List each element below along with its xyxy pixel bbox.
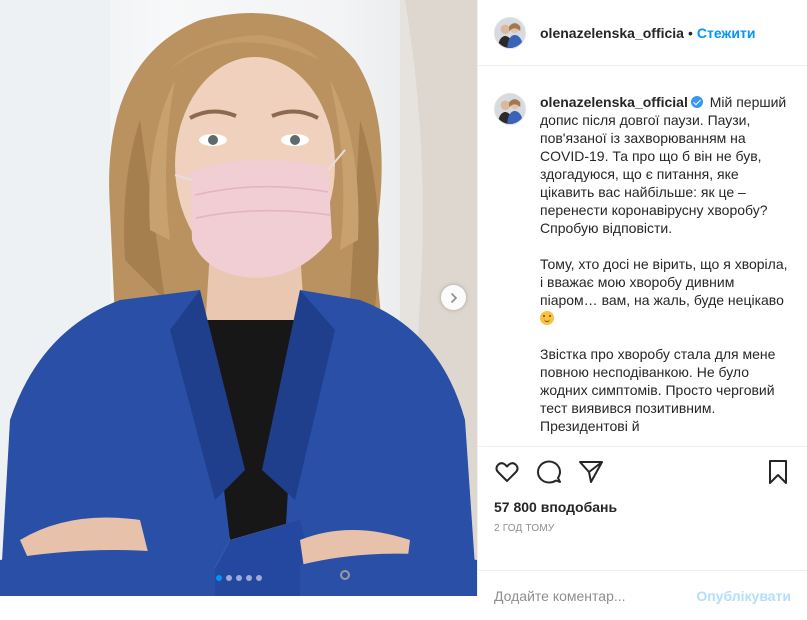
save-button[interactable]	[765, 459, 791, 485]
comment-icon	[537, 460, 561, 484]
post-media[interactable]	[0, 0, 477, 596]
header-username[interactable]: olenazelenska_officia	[540, 25, 684, 41]
instagram-post: olenazelenska_officia • Стежити olenazel…	[0, 0, 807, 604]
chevron-right-icon	[450, 292, 457, 303]
caption-paragraph-3: Звістка про хворобу стала для мене повно…	[540, 346, 776, 434]
carousel-dot	[245, 575, 252, 581]
avatar[interactable]	[494, 16, 526, 49]
share-button[interactable]	[578, 459, 604, 485]
follow-button[interactable]: Стежити	[697, 25, 756, 41]
caption-paragraph-1: Мій перший допис після довгої паузи. Пау…	[540, 94, 787, 236]
post-photo	[0, 0, 477, 596]
carousel-dot	[235, 575, 242, 581]
post-header: olenazelenska_officia • Стежити	[478, 0, 807, 66]
caption-paragraph: Тому, хто досі не вірить, що я хворіла, …	[540, 255, 790, 327]
carousel-dots	[0, 575, 477, 581]
carousel-dot	[255, 575, 262, 581]
caption-paragraph: Звістка про хворобу стала для мене повно…	[540, 345, 790, 435]
post-timestamp[interactable]: 2 год тому	[478, 517, 807, 534]
like-button[interactable]	[494, 459, 520, 485]
post-side-panel: olenazelenska_officia • Стежити olenazel…	[477, 0, 807, 604]
caption-avatar[interactable]	[494, 93, 526, 125]
header-separator: •	[687, 24, 693, 41]
action-bar	[478, 447, 807, 497]
next-slide-button[interactable]	[441, 285, 466, 310]
post-caption: olenazelenska_official Мій перший допис …	[478, 66, 807, 446]
winking-face-emoji-icon	[540, 311, 554, 325]
heart-icon	[495, 462, 519, 482]
likes-count[interactable]: 57 800 вподобань	[478, 497, 807, 517]
comment-button[interactable]	[536, 459, 562, 485]
verified-badge-icon	[690, 96, 703, 108]
post-actions-area: 57 800 вподобань 2 год тому Опублікувати	[478, 446, 807, 604]
carousel-dot-active	[215, 575, 222, 581]
caption-username[interactable]: olenazelenska_official	[540, 94, 688, 110]
bookmark-icon	[769, 460, 787, 484]
comment-bar: Опублікувати	[478, 570, 807, 620]
carousel-dot	[225, 575, 232, 581]
avatar-image	[495, 17, 525, 48]
caption-paragraph-2: Тому, хто досі не вірить, що я хворіла, …	[540, 256, 788, 308]
avatar-image	[495, 94, 525, 124]
share-icon	[579, 461, 603, 483]
caption-paragraph: olenazelenska_official Мій перший допис …	[540, 93, 790, 237]
caption-text: olenazelenska_official Мій перший допис …	[540, 93, 790, 446]
